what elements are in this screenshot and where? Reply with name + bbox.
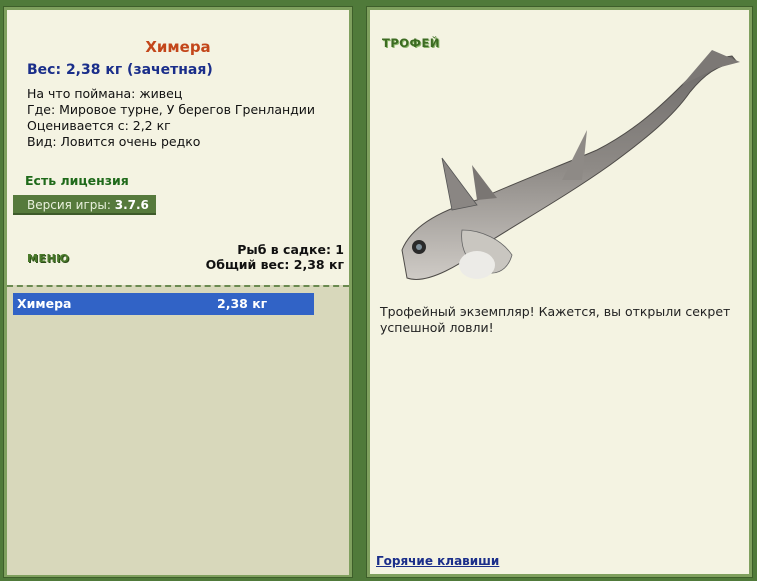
trophy-panel: ТРОФЕЙ Трофейный экземпляр! Кажется, вы … xyxy=(366,6,753,578)
license-status: Есть лицензия xyxy=(25,173,129,188)
trophy-description: Трофейный экземпляр! Кажется, вы открыли… xyxy=(380,304,731,335)
cage-fish-name: Химера xyxy=(17,296,72,311)
bait-info: На что поймана: живец xyxy=(27,86,183,101)
cage-stats: Рыб в садке: 1 Общий вес: 2,38 кг xyxy=(206,242,344,272)
location-info: Где: Мировое турне, У берегов Гренландии xyxy=(27,102,316,117)
cage-row-selected[interactable]: Химера 2,38 кг xyxy=(13,293,314,315)
version-value: 3.7.6 xyxy=(114,198,149,212)
hotkeys-link[interactable]: Горячие клавиши xyxy=(376,554,499,568)
cage-fish-weight: 2,38 кг xyxy=(217,296,268,311)
fish-name: Химера xyxy=(145,38,211,56)
total-weight: Общий вес: 2,38 кг xyxy=(205,257,344,272)
version-badge: Версия игры: 3.7.6 xyxy=(13,195,156,215)
menu-button[interactable]: МЕНЮ xyxy=(27,252,70,265)
catch-info-panel: Химера Вес: 2,38 кг (зачетная) На что по… xyxy=(3,6,353,578)
rarity-info: Вид: Ловится очень редко xyxy=(27,134,201,149)
rated-from-info: Оценивается с: 2,2 кг xyxy=(27,118,171,133)
trophy-title: ТРОФЕЙ xyxy=(382,36,440,50)
fish-weight: Вес: 2,38 кг (зачетная) xyxy=(27,62,213,78)
fish-image xyxy=(401,50,740,280)
fish-cage-list: Химера 2,38 кг xyxy=(7,285,349,575)
fish-count: Рыб в садке: 1 xyxy=(237,242,344,257)
version-label: Версия игры: xyxy=(27,198,111,212)
